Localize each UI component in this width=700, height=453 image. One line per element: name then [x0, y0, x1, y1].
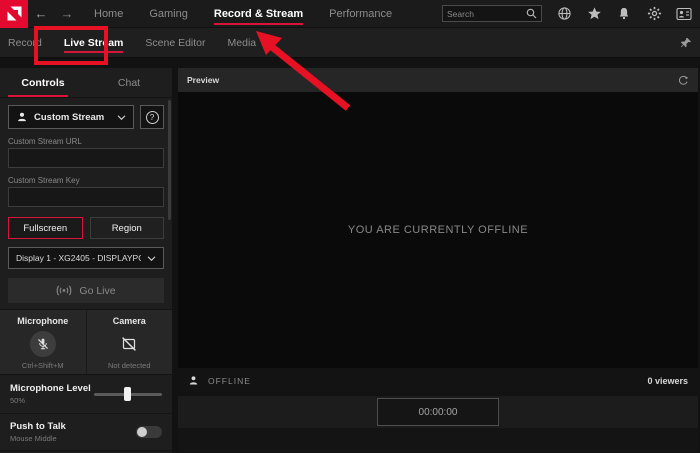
nav-home[interactable]: Home — [94, 1, 123, 26]
microphone-mute-button[interactable] — [29, 331, 56, 357]
device-section: Microphone Ctrl+Shift+M Camera Not detec… — [0, 309, 172, 375]
push-to-talk-toggle[interactable] — [136, 426, 162, 438]
top-bar: ← → Home Gaming Record & Stream Performa… — [0, 0, 700, 28]
back-icon[interactable]: ← — [28, 6, 54, 21]
rotate-icon[interactable] — [678, 75, 689, 86]
preview-status-bar: OFFLINE 0 viewers — [178, 368, 698, 393]
camera-off-icon[interactable] — [121, 336, 137, 352]
microphone-level-slider[interactable] — [94, 387, 162, 401]
search-input[interactable] — [447, 8, 525, 19]
timer-strip: 00:00:00 — [178, 396, 698, 428]
tab-scene-editor[interactable]: Scene Editor — [145, 29, 205, 56]
gear-icon[interactable] — [646, 6, 662, 22]
display-select-value: Display 1 - XG2405 - DISPLAYPOR... — [16, 253, 141, 263]
go-live-label: Go Live — [79, 284, 116, 297]
custom-stream-url-input[interactable] — [8, 148, 164, 168]
stream-service-dropdown[interactable]: Custom Stream — [8, 105, 134, 129]
person-icon — [16, 111, 28, 123]
mic-level-thumb[interactable] — [123, 387, 131, 401]
offline-message: YOU ARE CURRENTLY OFFLINE — [347, 224, 529, 236]
nav-record-and-stream[interactable]: Record & Stream — [213, 1, 304, 26]
bottom-spacer — [178, 428, 698, 452]
tab-media[interactable]: Media — [228, 29, 257, 56]
tab-live-stream[interactable]: Live Stream — [63, 29, 123, 56]
display-select-dropdown[interactable]: Display 1 - XG2405 - DISPLAYPOR... — [8, 247, 164, 269]
tab-record[interactable]: Record — [8, 29, 42, 56]
push-to-talk-label: Push to Talk — [10, 421, 66, 432]
stream-status: OFFLINE — [208, 375, 251, 386]
region-button[interactable]: Region — [89, 217, 164, 239]
stream-config-section: Custom Stream ? Custom Stream URL Custom… — [0, 98, 172, 309]
chevron-down-icon — [117, 114, 126, 121]
stream-service-value: Custom Stream — [34, 111, 105, 123]
preview-header: Preview — [178, 68, 698, 92]
record-stream-subnav: Record Live Stream Scene Editor Media — [0, 28, 700, 58]
broadcast-icon — [56, 284, 72, 297]
microphone-label: Microphone — [17, 316, 69, 326]
question-icon: ? — [145, 110, 159, 124]
microphone-control: Microphone Ctrl+Shift+M — [0, 310, 86, 374]
microphone-level-value: 50% — [10, 396, 26, 405]
tab-controls[interactable]: Controls — [0, 68, 86, 97]
content-area: Controls Chat Custom Stream ? Custom Str… — [0, 58, 700, 453]
panel-tabs: Controls Chat — [0, 68, 172, 98]
chevron-down-icon — [147, 255, 156, 262]
panel-scrollbar[interactable] — [168, 100, 171, 220]
nav-performance[interactable]: Performance — [329, 1, 392, 26]
person-icon — [188, 375, 199, 386]
microphone-level-section: Microphone Level 50% — [0, 375, 172, 414]
search-icon[interactable] — [525, 8, 537, 20]
viewer-count: 0 viewers — [647, 375, 688, 386]
stream-timer: 00:00:00 — [377, 398, 499, 426]
tab-chat[interactable]: Chat — [86, 68, 172, 97]
bell-icon[interactable] — [616, 6, 632, 22]
custom-stream-key-label: Custom Stream Key — [8, 176, 80, 185]
custom-stream-key-input[interactable] — [8, 187, 164, 207]
camera-status: Not detected — [107, 361, 151, 370]
camera-label: Camera — [112, 316, 146, 326]
forward-icon[interactable]: → — [54, 6, 80, 21]
microphone-shortcut: Ctrl+Shift+M — [21, 361, 64, 370]
main-navigation: Home Gaming Record & Stream Performance — [94, 1, 392, 26]
microphone-level-label: Microphone Level — [10, 383, 91, 394]
toggle-knob — [137, 427, 147, 437]
preview-title: Preview — [187, 75, 220, 85]
account-icon[interactable] — [676, 6, 692, 22]
help-button[interactable]: ? — [140, 105, 164, 129]
go-live-button[interactable]: Go Live — [8, 278, 164, 303]
nav-gaming[interactable]: Gaming — [149, 1, 188, 26]
radeon-software-window: ← → Home Gaming Record & Stream Performa… — [0, 0, 700, 453]
preview-panel: Preview YOU ARE CURRENTLY OFFLINE OFFLIN… — [178, 68, 698, 452]
push-to-talk-binding: Mouse Middle — [10, 434, 57, 443]
search-box[interactable] — [442, 5, 542, 22]
amd-radeon-logo-icon[interactable] — [0, 0, 28, 28]
custom-stream-url-label: Custom Stream URL — [8, 137, 82, 146]
microphone-muted-icon — [36, 337, 50, 351]
stream-controls-panel: Controls Chat Custom Stream ? Custom Str… — [0, 68, 172, 453]
camera-control: Camera Not detected — [85, 310, 173, 374]
star-icon[interactable] — [586, 6, 602, 22]
preview-viewport: YOU ARE CURRENTLY OFFLINE — [178, 92, 698, 368]
fullscreen-button[interactable]: Fullscreen — [8, 217, 83, 239]
pin-icon[interactable] — [680, 37, 692, 49]
push-to-talk-section: Push to Talk Mouse Middle — [0, 414, 172, 451]
globe-icon[interactable] — [556, 6, 572, 22]
topbar-actions — [442, 5, 700, 22]
